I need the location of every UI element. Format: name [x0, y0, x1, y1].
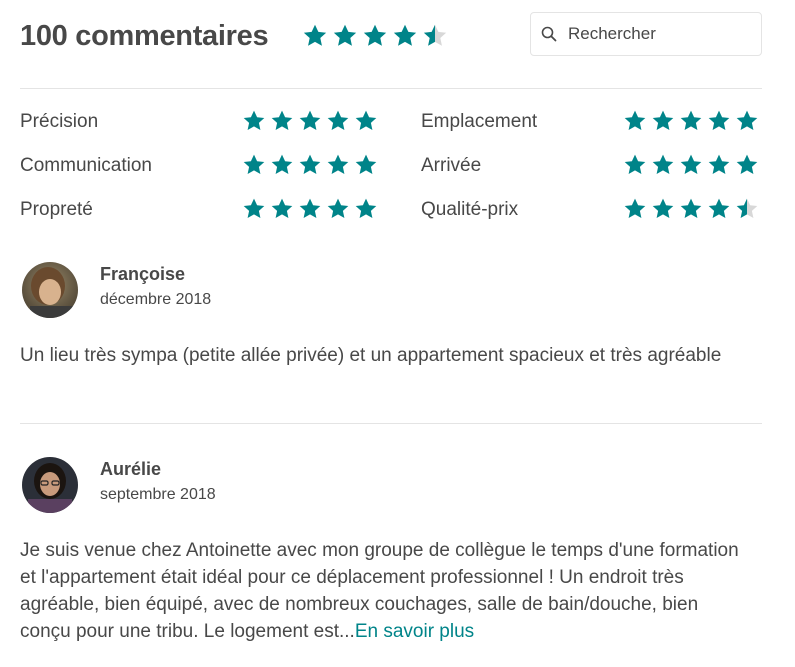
rating-row-cleanliness: Propreté — [20, 195, 380, 225]
search-box[interactable] — [530, 12, 762, 56]
reviewer-name: Françoise — [100, 264, 186, 284]
review-item: Aurélie septembre 2018 Je suis venue che… — [20, 457, 762, 657]
rating-label: Propreté — [20, 199, 93, 220]
star-full-icon — [624, 110, 646, 130]
rating-stars — [623, 109, 759, 133]
divider — [20, 423, 762, 424]
star-full-icon — [624, 154, 646, 174]
star-full-icon — [736, 110, 758, 130]
avatar[interactable] — [22, 262, 78, 318]
star-full-icon — [652, 154, 674, 174]
search-input[interactable] — [566, 23, 750, 45]
review-item: Françoise décembre 2018 Un lieu très sym… — [20, 262, 762, 392]
star-full-icon — [708, 198, 730, 218]
rating-stars — [242, 197, 378, 221]
review-date: décembre 2018 — [100, 291, 212, 308]
star-full-icon — [299, 198, 321, 218]
star-full-icon — [327, 110, 349, 130]
star-full-icon — [680, 198, 702, 218]
star-half-icon — [423, 24, 447, 46]
review-text: Je suis venue chez Antoinette avec mon g… — [20, 537, 750, 645]
star-full-icon — [299, 110, 321, 130]
rating-row-checkin: Arrivée — [421, 151, 761, 181]
reviews-section: 100 commentaires Précision Emplacement C… — [0, 0, 795, 667]
reviews-count-title: 100 commentaires — [20, 20, 269, 52]
star-full-icon — [271, 198, 293, 218]
star-full-icon — [271, 110, 293, 130]
rating-label: Emplacement — [421, 111, 538, 132]
rating-row-precision: Précision — [20, 107, 380, 137]
star-full-icon — [327, 198, 349, 218]
star-half-icon — [736, 198, 758, 218]
divider — [20, 88, 762, 89]
star-full-icon — [393, 24, 417, 46]
star-full-icon — [333, 24, 357, 46]
star-full-icon — [303, 24, 327, 46]
star-full-icon — [708, 110, 730, 130]
star-full-icon — [680, 110, 702, 130]
star-full-icon — [299, 154, 321, 174]
star-full-icon — [243, 154, 265, 174]
rating-stars — [623, 197, 759, 221]
overall-rating-stars — [302, 23, 448, 49]
reviews-header: 100 commentaires — [20, 12, 762, 62]
review-date: septembre 2018 — [100, 486, 216, 503]
star-full-icon — [624, 198, 646, 218]
rating-row-value: Qualité-prix — [421, 195, 761, 225]
star-full-icon — [243, 198, 265, 218]
read-more-link[interactable]: En savoir plus — [355, 621, 474, 642]
star-full-icon — [652, 198, 674, 218]
star-full-icon — [243, 110, 265, 130]
star-full-icon — [327, 154, 349, 174]
rating-label: Qualité-prix — [421, 199, 519, 220]
rating-label: Précision — [20, 111, 99, 132]
rating-stars — [623, 153, 759, 177]
search-icon — [541, 26, 557, 42]
review-text: Un lieu très sympa (petite allée privée)… — [20, 345, 722, 366]
rating-stars — [242, 153, 378, 177]
star-full-icon — [271, 154, 293, 174]
reviewer-name: Aurélie — [100, 459, 162, 479]
star-full-icon — [355, 110, 377, 130]
rating-stars — [242, 109, 378, 133]
avatar[interactable] — [22, 457, 78, 513]
star-full-icon — [355, 154, 377, 174]
rating-label: Communication — [20, 155, 152, 176]
star-full-icon — [708, 154, 730, 174]
rating-row-location: Emplacement — [421, 107, 761, 137]
star-full-icon — [680, 154, 702, 174]
star-full-icon — [736, 154, 758, 174]
rating-row-communication: Communication — [20, 151, 380, 181]
rating-label: Arrivée — [421, 155, 482, 176]
star-full-icon — [363, 24, 387, 46]
star-full-icon — [652, 110, 674, 130]
star-full-icon — [355, 198, 377, 218]
